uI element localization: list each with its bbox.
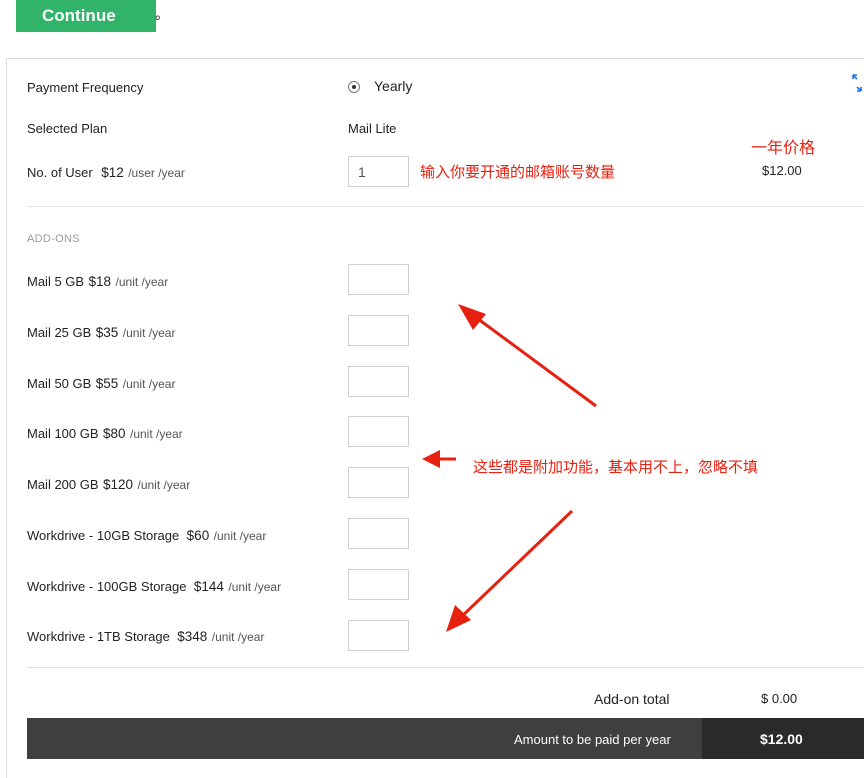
addon-total-value: $ 0.00 [761, 691, 798, 706]
arrow-lower-left [446, 509, 574, 632]
annotation-arrows [422, 304, 597, 632]
arrow-upper-left [458, 304, 597, 408]
addon-total-label: Add-on total [594, 691, 670, 707]
amount-label: Amount to be paid per year [514, 732, 671, 747]
addons-annotation: 这些都是附加功能，基本用不上，忽略不填 [473, 458, 759, 476]
arrow-left [422, 450, 456, 468]
divider [27, 667, 864, 668]
amount-value: $12.00 [760, 731, 803, 747]
